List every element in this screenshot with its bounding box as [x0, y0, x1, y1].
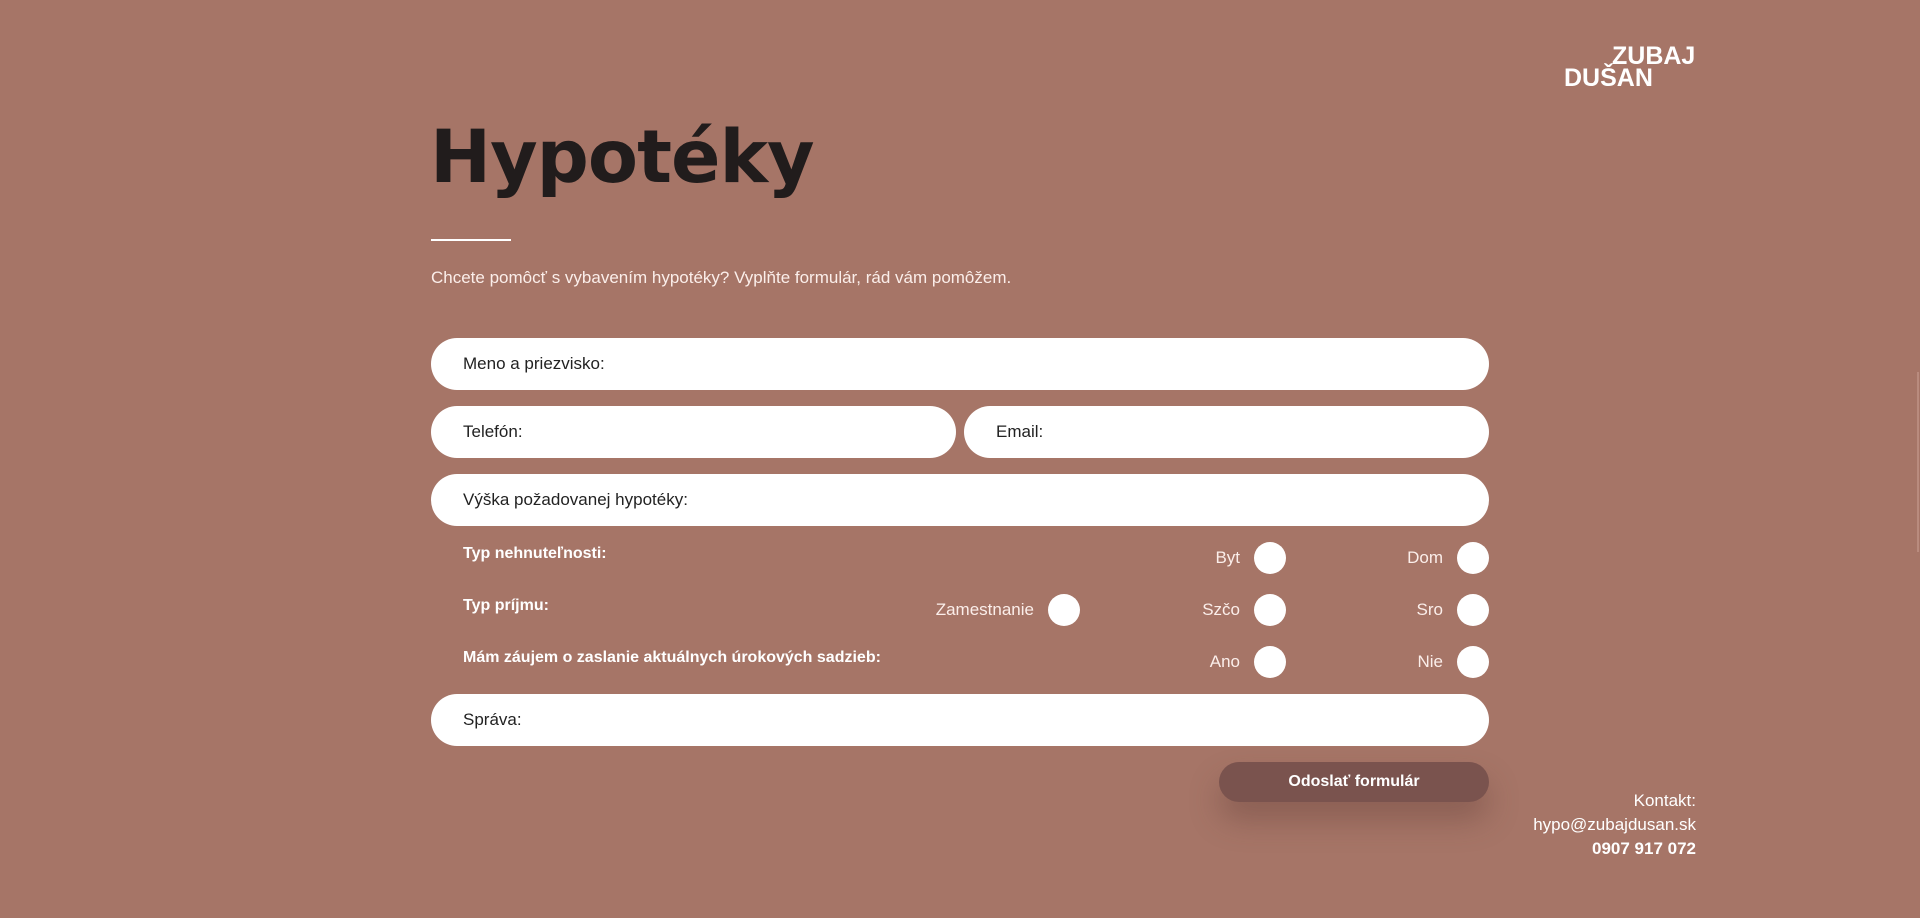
- logo[interactable]: ZUBAJ DUŠAN: [1564, 44, 1704, 92]
- radio-dom[interactable]: [1457, 542, 1489, 574]
- option-szco[interactable]: Szčo: [1202, 594, 1286, 626]
- intro-text: Chcete pomôcť s vybavením hypotéky? Vypl…: [431, 268, 1012, 287]
- radio-szco[interactable]: [1254, 594, 1286, 626]
- option-dom-label: Dom: [1407, 548, 1443, 567]
- mortgage-amount-field[interactable]: Výška požadovanej hypotéky:: [431, 474, 1489, 526]
- radio-nie[interactable]: [1457, 646, 1489, 678]
- scrollbar-indicator[interactable]: [1917, 372, 1919, 552]
- logo-line-2: DUŠAN: [1564, 64, 1653, 92]
- contact-email-link[interactable]: hypo@zubajdusan.sk: [1500, 813, 1696, 837]
- option-ano[interactable]: Ano: [1210, 646, 1286, 678]
- rates-interest-label: Mám záujem o zaslanie aktuálnych úrokový…: [463, 649, 881, 666]
- option-ano-label: Ano: [1209, 652, 1240, 671]
- option-dom[interactable]: Dom: [1407, 542, 1489, 574]
- option-szco-label: Szčo: [1202, 600, 1240, 619]
- radio-ano[interactable]: [1254, 646, 1286, 678]
- name-field[interactable]: Meno a priezvisko:: [431, 338, 1489, 390]
- option-byt-label: Byt: [1215, 548, 1240, 567]
- option-byt[interactable]: Byt: [1215, 542, 1286, 574]
- phone-field[interactable]: Telefón:: [431, 406, 956, 458]
- radio-sro[interactable]: [1457, 594, 1489, 626]
- radio-byt[interactable]: [1254, 542, 1286, 574]
- income-type-label: Typ príjmu:: [463, 597, 549, 614]
- page-title: Hypotéky: [430, 115, 815, 200]
- page: ZUBAJ DUŠAN Hypotéky Chcete pomôcť s vyb…: [0, 0, 1920, 918]
- title-divider: [431, 239, 511, 241]
- submit-button[interactable]: Odoslať formulár: [1219, 762, 1489, 802]
- property-type-label: Typ nehnuteľnosti:: [463, 545, 607, 562]
- mortgage-amount-placeholder: Výška požadovanej hypotéky:: [463, 490, 688, 509]
- option-zamestnanie[interactable]: Zamestnanie: [936, 594, 1080, 626]
- radio-zamestnanie[interactable]: [1048, 594, 1080, 626]
- contact-phone-link[interactable]: 0907 917 072: [1500, 837, 1696, 861]
- name-field-placeholder: Meno a priezvisko:: [463, 354, 605, 373]
- email-field[interactable]: Email:: [964, 406, 1489, 458]
- option-sro-label: Sro: [1416, 600, 1443, 619]
- phone-field-placeholder: Telefón:: [463, 422, 523, 441]
- option-nie-label: Nie: [1417, 652, 1443, 671]
- option-zamestnanie-label: Zamestnanie: [935, 600, 1034, 619]
- option-sro[interactable]: Sro: [1417, 594, 1489, 626]
- email-field-placeholder: Email:: [996, 422, 1044, 441]
- message-field[interactable]: Správa:: [431, 694, 1489, 746]
- contact-label: Kontakt:: [1633, 791, 1696, 810]
- option-nie[interactable]: Nie: [1417, 646, 1489, 678]
- message-field-placeholder: Správa:: [463, 710, 522, 729]
